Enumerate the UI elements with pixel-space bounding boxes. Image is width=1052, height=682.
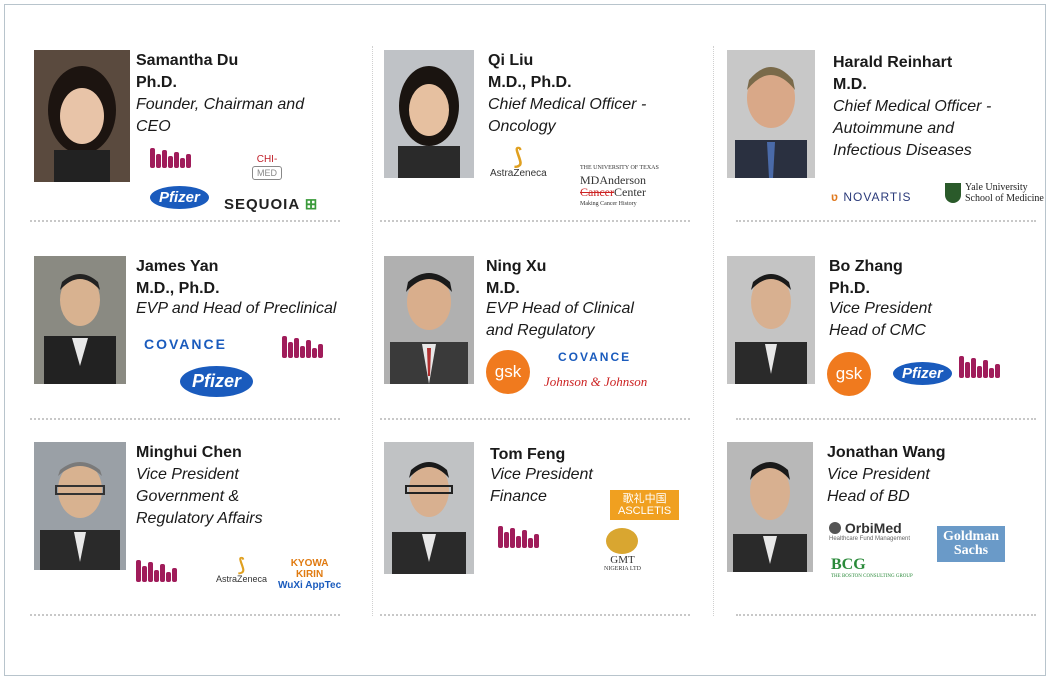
- card-divider: [30, 614, 340, 616]
- chi-med-logo: CHI- MED: [252, 154, 282, 180]
- sequoia-logo: SEQUOIA ⊞: [224, 196, 319, 213]
- hutchison-logo: [282, 336, 323, 358]
- person-name: Bo Zhang: [829, 258, 903, 275]
- person-degree: M.D.: [833, 76, 867, 93]
- portrait-photo: [34, 256, 126, 384]
- card-divider: [736, 614, 1036, 616]
- covance-logo: COVANCE: [558, 350, 632, 364]
- person-name: Harald Reinhart: [833, 54, 953, 71]
- kyowa-kirin-logo: KYOWA KIRIN WuXi AppTec: [278, 558, 342, 591]
- person-name: Jonathan Wang: [827, 444, 946, 461]
- johnson-johnson-logo: Johnson & Johnson: [544, 374, 648, 389]
- orbimed-logo: OrbiMed Healthcare Fund Management: [829, 520, 911, 542]
- person-title: EVP and Head of Preclinical: [136, 300, 337, 317]
- bcg-logo: BCG THE BOSTON CONSULTING GROUP: [831, 556, 913, 579]
- ascletis-logo: 歌礼中国 ASCLETIS: [610, 490, 680, 520]
- card-divider: [30, 418, 340, 420]
- pfizer-logo: Pfizer: [150, 186, 209, 209]
- gmt-logo: GMT NIGERIA LTD: [604, 528, 641, 572]
- astrazeneca-logo: ⟆ AstraZeneca: [490, 144, 547, 180]
- column-separator: [372, 46, 373, 616]
- person-card-ning-xu: Ning Xu M.D. EVP Head of Clinical and Reg…: [384, 256, 709, 406]
- person-name: Minghui Chen: [136, 444, 242, 461]
- person-card-bo-zhang: Bo Zhang Ph.D. Vice President Head of CMC…: [727, 256, 1049, 406]
- gsk-logo: gsk: [827, 352, 871, 396]
- person-title: Vice President Finance: [490, 466, 593, 505]
- portrait-photo: [384, 256, 474, 384]
- pfizer-logo: Pfizer: [180, 366, 254, 397]
- person-card-tom-feng: Tom Feng Vice President Finance 歌礼中国 ASCLE…: [384, 442, 709, 602]
- person-title: EVP Head of Clinical and Regulatory: [486, 300, 634, 339]
- person-title: Vice President Head of CMC: [829, 300, 932, 339]
- person-degree: M.D., Ph.D.: [136, 280, 220, 297]
- person-degree: Ph.D.: [829, 280, 870, 297]
- novartis-logo: ʋ NOVARTIS: [831, 190, 912, 204]
- hutchison-logo: [136, 560, 177, 582]
- person-name: Qi Liu: [488, 52, 534, 69]
- card-divider: [380, 418, 690, 420]
- yale-logo: Yale University School of Medicine: [945, 182, 1044, 204]
- person-title: Vice President Head of BD: [827, 466, 930, 505]
- person-title: Chief Medical Officer - Oncology: [488, 96, 647, 135]
- person-card-minghui-chen: Minghui Chen Vice President Government & R…: [34, 442, 370, 602]
- portrait-photo: [34, 442, 126, 570]
- person-name: James Yan: [136, 258, 219, 275]
- pfizer-logo: Pfizer: [893, 362, 952, 385]
- person-title: Chief Medical Officer - Autoimmune and Inf…: [833, 98, 992, 159]
- card-divider: [380, 614, 690, 616]
- person-card-samantha-du: Samantha Du Ph.D. Founder, Chairman and C…: [34, 50, 364, 220]
- portrait-photo: [34, 50, 130, 182]
- person-name: Ning Xu: [486, 258, 547, 275]
- portrait-photo: [384, 50, 474, 178]
- person-name: Samantha Du: [136, 52, 239, 69]
- person-card-james-yan: James Yan M.D., Ph.D. EVP and Head of Pr…: [34, 256, 370, 406]
- person-name: Tom Feng: [490, 446, 566, 463]
- card-divider: [30, 220, 340, 222]
- portrait-photo: [727, 442, 813, 572]
- astrazeneca-logo: ⟆ AstraZeneca: [216, 555, 268, 584]
- person-title: Vice President Government & Regulatory Aff…: [136, 466, 263, 527]
- card-divider: [736, 220, 1036, 222]
- person-degree: M.D.: [486, 280, 520, 297]
- person-title: Founder, Chairman and CEO: [136, 96, 305, 135]
- covance-logo: COVANCE: [144, 336, 227, 352]
- person-card-qi-liu: Qi Liu M.D., Ph.D. Chief Medical Officer…: [384, 50, 709, 220]
- column-separator: [713, 46, 714, 616]
- card-divider: [736, 418, 1036, 420]
- goldman-sachs-logo: Goldman Sachs: [937, 526, 1005, 562]
- hutchison-logo: [959, 356, 1000, 378]
- hutchison-logo: [498, 526, 539, 548]
- person-degree: Ph.D.: [136, 74, 177, 91]
- person-degree: M.D., Ph.D.: [488, 74, 572, 91]
- card-divider: [380, 220, 690, 222]
- portrait-photo: [727, 50, 815, 178]
- portrait-photo: [384, 442, 474, 574]
- md-anderson-logo: THE UNIVERSITY OF TEXAS MDAnderson Cance…: [580, 165, 659, 207]
- person-card-harald-reinhart: Harald Reinhart M.D. Chief Medical Offic…: [727, 50, 1049, 220]
- person-card-jonathan-wang: Jonathan Wang Vice President Head of BD O…: [727, 442, 1049, 602]
- hutchison-logo: [150, 148, 191, 168]
- portrait-photo: [727, 256, 815, 384]
- gsk-logo: gsk: [486, 350, 530, 394]
